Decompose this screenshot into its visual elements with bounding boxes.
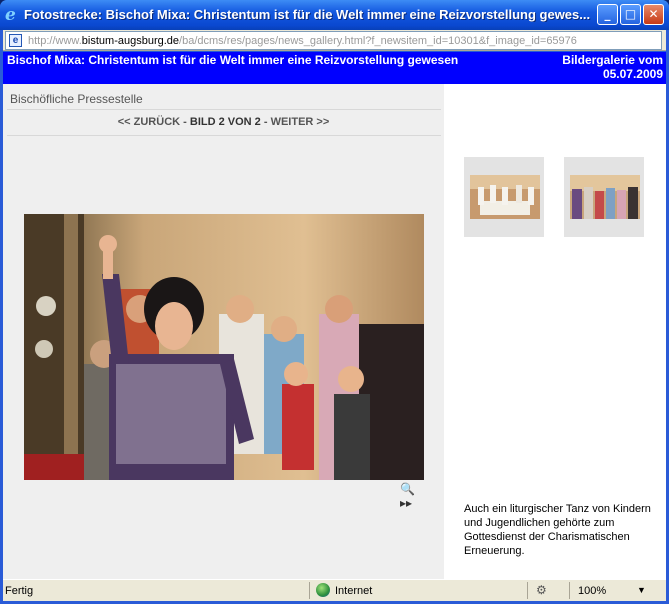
close-button[interactable]: ✕ — [643, 4, 664, 25]
gallery-header: Bischof Mixa: Christentum ist für die We… — [3, 52, 666, 84]
image-counter: BILD 2 VON 2 — [189, 116, 261, 128]
gallery-label: Bildergalerie vom — [562, 53, 663, 67]
thumbnail-1[interactable] — [464, 157, 544, 237]
zoom-icon[interactable]: 🔍▸▸ — [400, 482, 426, 510]
gallery-navigation: << ZURÜCK - BILD 2 VON 2 - WEITER >> — [3, 116, 444, 128]
zoom-dropdown-icon[interactable]: ▼ — [637, 585, 646, 595]
gallery-photo[interactable] — [24, 214, 424, 480]
previous-link[interactable]: << ZURÜCK — [118, 116, 180, 128]
thumbnail-2[interactable] — [564, 157, 644, 237]
security-zone: Internet — [335, 585, 373, 597]
publisher-label: Bischöfliche Pressestelle — [10, 92, 143, 106]
page-icon: e — [9, 34, 22, 47]
status-divider — [569, 582, 570, 599]
page-content: Bischof Mixa: Christentum ist für die We… — [3, 52, 666, 579]
ie-logo-icon: e — [5, 5, 16, 25]
address-bar: e http://www.bistum-augsburg.de/ba/dcms/… — [3, 30, 666, 51]
title-bar[interactable]: e Fotostrecke: Bischof Mixa: Christentum… — [0, 0, 669, 30]
url-field[interactable]: e http://www.bistum-augsburg.de/ba/dcms/… — [5, 31, 662, 50]
minimize-button[interactable]: _ — [597, 4, 618, 25]
gallery-date: 05.07.2009 — [602, 67, 663, 81]
zoom-level[interactable]: 100% — [578, 585, 606, 597]
url-text: http://www.bistum-augsburg.de/ba/dcms/re… — [28, 35, 577, 47]
status-divider — [527, 582, 528, 599]
gallery-date-block: Bildergalerie vom 05.07.2009 — [562, 53, 663, 81]
thumbnail-panel: Auch ein liturgischer Tanz von Kindern u… — [444, 84, 666, 579]
photo-caption: Auch ein liturgischer Tanz von Kindern u… — [464, 503, 651, 557]
browser-window: e Fotostrecke: Bischof Mixa: Christentum… — [0, 0, 669, 604]
status-bar: Fertig Internet ⚙ 100% ▼ — [3, 579, 666, 601]
status-text: Fertig — [5, 585, 34, 597]
popup-blocker-icon[interactable]: ⚙ — [536, 583, 547, 597]
status-divider — [309, 582, 310, 599]
nav-separator: - — [263, 116, 268, 128]
divider — [7, 135, 441, 136]
next-link[interactable]: WEITER >> — [271, 116, 330, 128]
divider — [7, 109, 441, 110]
nav-separator: - — [183, 116, 187, 128]
article-title: Bischof Mixa: Christentum ist für die We… — [7, 53, 459, 67]
image-panel: Bischöfliche Pressestelle << ZURÜCK - BI… — [3, 84, 444, 579]
internet-zone-icon — [316, 583, 330, 597]
maximize-button[interactable]: □ — [620, 4, 641, 25]
window-title: Fotostrecke: Bischof Mixa: Christentum i… — [24, 7, 591, 22]
